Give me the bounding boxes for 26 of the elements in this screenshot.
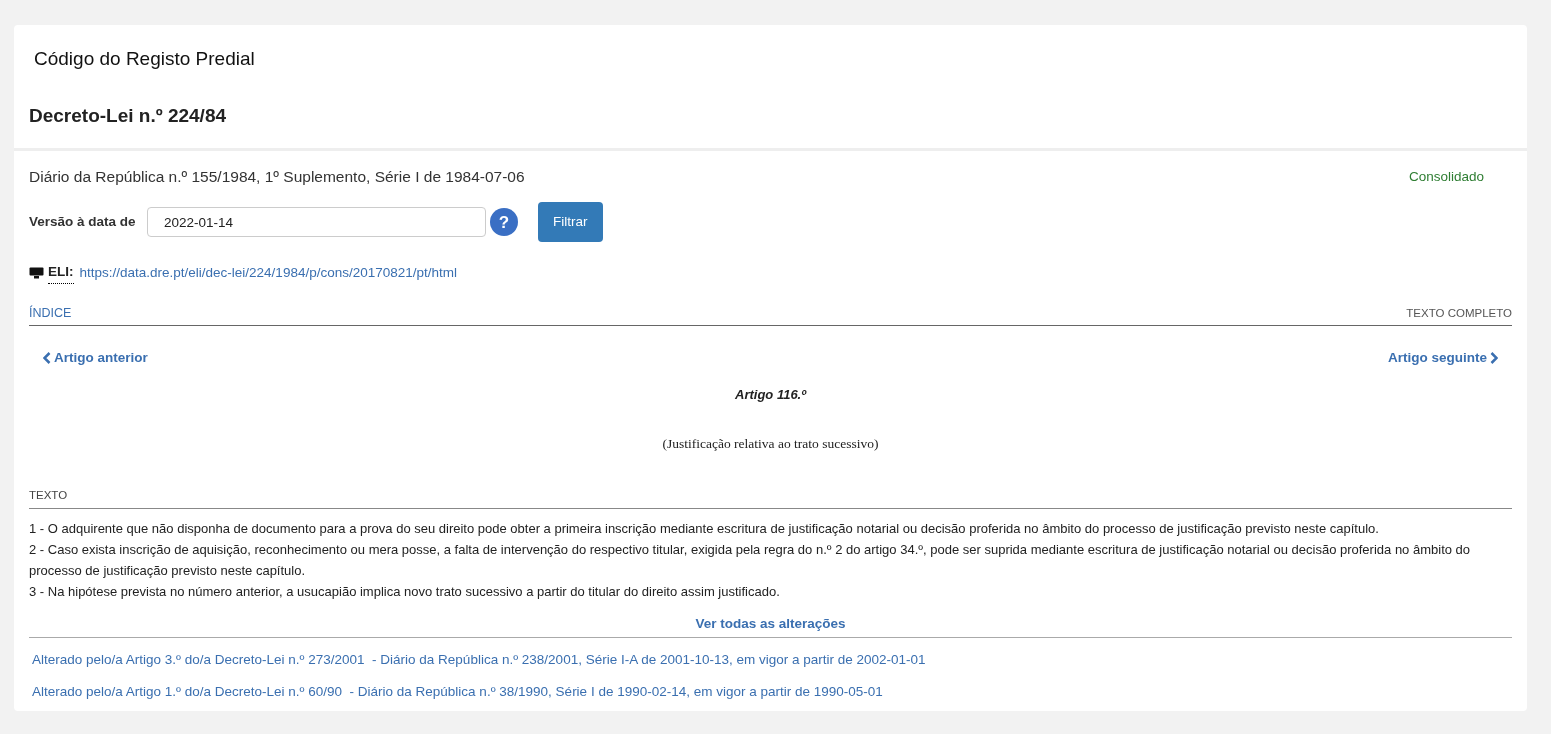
previous-article-link[interactable]: Artigo anterior (43, 348, 148, 369)
article-paragraph: 2 - Caso exista inscrição de aquisição, reconhecimento ou mera posse, a falta de intervenção do respectivo titular, exigida pela regra do n.º 2 do artigo 34.º, pode ser suprida mediante escritura de justificação notarial ou decisão proferida no âmbito do processo de justificação previsto neste capítulo. (29, 541, 1472, 581)
article-number: Artigo 116.º (735, 385, 806, 404)
decree-title: Decreto-Lei n.º 224/84 (29, 103, 227, 128)
monitor-icon (29, 266, 44, 279)
article-epigraph: (Justificação relativa ao trato sucessivo) (662, 435, 879, 453)
chevron-left-icon (43, 352, 51, 365)
publication-info: Diário da República n.º 155/1984, 1º Suplemento, Série I de 1984-07-06 (29, 167, 525, 187)
eli-label: ELI: (48, 262, 74, 284)
date-field[interactable]: 2022-01-14 (147, 207, 486, 238)
eli-link[interactable]: https://data.dre.pt/eli/dec-lei/224/1984/p/cons/20170821/pt/html (79, 262, 457, 283)
version-label: Versão à data de (29, 213, 137, 232)
article-paragraph: 3 - Na hipótese prevista no número anterior, a usucapião implica novo trato sucessivo a partir do titular do direito assim justificado. (29, 583, 781, 602)
article-paragraph: 1 - O adquirente que não disponha de documento para a prova do seu direito pode obter a primeira inscrição mediante escritura de justificação notarial ou decisão proferida no âmbito do processo de justificação previsto neste capítulo. (29, 520, 1380, 539)
section-tab[interactable]: ÍNDICE (29, 303, 72, 323)
filter-button[interactable]: Filtrar (538, 202, 603, 243)
page-title: Código do Registo Predial (34, 47, 255, 71)
next-article-link[interactable]: Artigo seguinte (1388, 348, 1498, 369)
chevron-right-icon (1490, 352, 1498, 365)
amendment-link[interactable]: Alterado pelo/a Artigo 3.º do/a Decreto-Lei n.º 273/2001 - Diário da República n.º 238/2001, Série I-A de 2001-10-13, em vigor a partir de 2002-01-01 (32, 649, 926, 670)
status-label: Consolidado (1408, 167, 1484, 186)
help-icon[interactable]: ? (490, 208, 518, 237)
section-tab[interactable]: TEXTO COMPLETO (1406, 305, 1512, 323)
all-changes-link[interactable]: Ver todas as alterações (695, 614, 846, 635)
section-label: TEXTO (29, 489, 68, 502)
amendment-link[interactable]: Alterado pelo/a Artigo 1.º do/a Decreto-Lei n.º 60/90 - Diário da República n.º 38/1990, Série I de 1990-02-14, em vigor a partir de 1990-05-01 (32, 681, 883, 702)
